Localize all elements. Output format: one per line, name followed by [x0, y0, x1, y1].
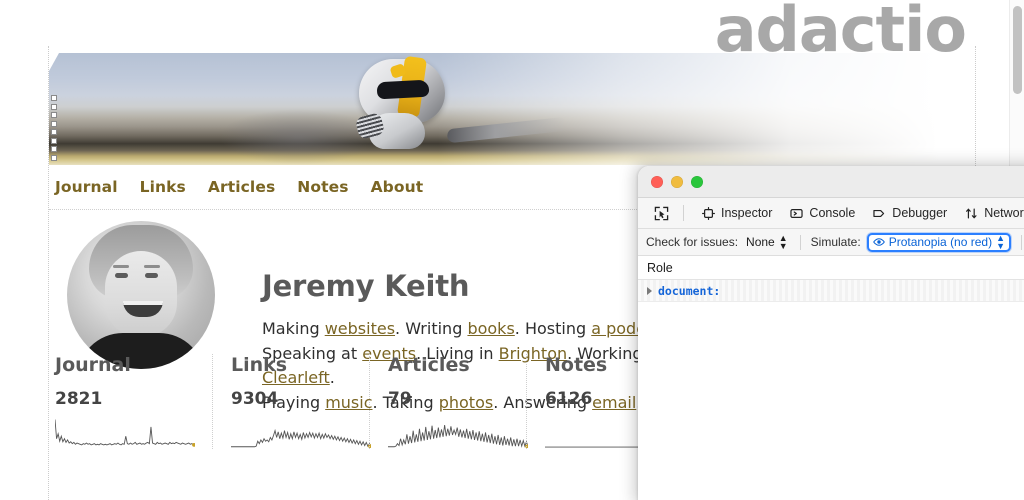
stepper-icon: ▲▼: [779, 234, 788, 250]
close-window-button[interactable]: [651, 176, 663, 188]
devtools-tabbar[interactable]: Inspector Console Debugger Network: [638, 198, 1024, 229]
toolbar-divider: [1021, 235, 1022, 250]
tab-network[interactable]: Network: [956, 202, 1024, 224]
nav-journal[interactable]: Journal: [55, 178, 118, 196]
stat-journal[interactable]: Journal 2821: [55, 354, 212, 449]
column-header-role: Role: [647, 261, 673, 275]
check-for-issues-value: None: [746, 235, 775, 249]
check-for-issues-label: Check for issues:: [646, 235, 738, 249]
bio-text-fragment: . Writing: [395, 319, 467, 338]
tab-console[interactable]: Console: [781, 202, 864, 224]
bio-link-websites[interactable]: websites: [325, 319, 395, 338]
check-for-issues-select[interactable]: None ▲▼: [744, 234, 790, 250]
stat-links[interactable]: Links 9304: [212, 354, 369, 449]
stat-count: 9304: [231, 389, 369, 409]
stepper-icon: ▲▼: [996, 234, 1005, 250]
tree-column-header: Role: [638, 256, 1024, 280]
stat-title: Articles: [388, 354, 526, 376]
simulate-label: Simulate:: [811, 235, 861, 249]
maximize-window-button[interactable]: [691, 176, 703, 188]
nav-links[interactable]: Links: [140, 178, 186, 196]
film-perforation-icon: [51, 95, 61, 161]
accessibility-tree: document:: [638, 280, 1024, 500]
tab-label: Network: [984, 206, 1024, 220]
toolbar-divider: [800, 235, 801, 250]
devtools-window: Inspector Console Debugger Network Check…: [638, 166, 1024, 500]
tab-label: Inspector: [721, 206, 772, 220]
sparkline-articles: [388, 415, 528, 449]
stat-articles[interactable]: Articles 79: [369, 354, 526, 449]
accessibility-toolbar[interactable]: Check for issues: None ▲▼ Simulate: Prot…: [638, 229, 1024, 256]
stat-count: 2821: [55, 389, 212, 409]
tab-label: Console: [809, 206, 855, 220]
console-chevron-icon: [790, 207, 803, 220]
tab-debugger[interactable]: Debugger: [864, 202, 956, 224]
stat-title: Journal: [55, 354, 212, 376]
bio-text-fragment: . Hosting: [515, 319, 591, 338]
simulate-value: Protanopia (no red): [889, 235, 992, 249]
minimize-window-button[interactable]: [671, 176, 683, 188]
toolbar-divider: [683, 205, 684, 221]
stat-title: Links: [231, 354, 369, 376]
simulate-select[interactable]: Protanopia (no red) ▲▼: [867, 233, 1011, 252]
nav-about[interactable]: About: [371, 178, 424, 196]
sparkline-links: [231, 415, 371, 449]
network-arrows-icon: [965, 207, 978, 220]
element-picker-icon: [654, 206, 669, 221]
chevron-right-icon[interactable]: [647, 287, 652, 295]
bio-text-fragment: Making: [262, 319, 325, 338]
inspector-target-icon: [702, 207, 715, 220]
tab-inspector[interactable]: Inspector: [693, 202, 781, 224]
debugger-tag-icon: [873, 207, 886, 220]
bio-line-1: Making websites. Writing books. Hosting …: [262, 317, 682, 342]
devtools-titlebar[interactable]: [638, 166, 1024, 198]
sparkline-journal: [55, 415, 195, 449]
stat-count: 79: [388, 389, 526, 409]
eye-icon: [873, 236, 885, 248]
tree-node-label: document:: [658, 284, 720, 298]
banner-image: [49, 53, 975, 165]
bio-link-books[interactable]: books: [467, 319, 514, 338]
tree-row-document[interactable]: document:: [638, 280, 1024, 302]
avatar: [67, 221, 215, 369]
scrollbar-thumb[interactable]: [1013, 6, 1022, 94]
tab-label: Debugger: [892, 206, 947, 220]
element-picker-button[interactable]: [648, 202, 674, 224]
nav-notes[interactable]: Notes: [297, 178, 348, 196]
nav-articles[interactable]: Articles: [208, 178, 275, 196]
page-title: Jeremy Keith: [262, 269, 469, 303]
